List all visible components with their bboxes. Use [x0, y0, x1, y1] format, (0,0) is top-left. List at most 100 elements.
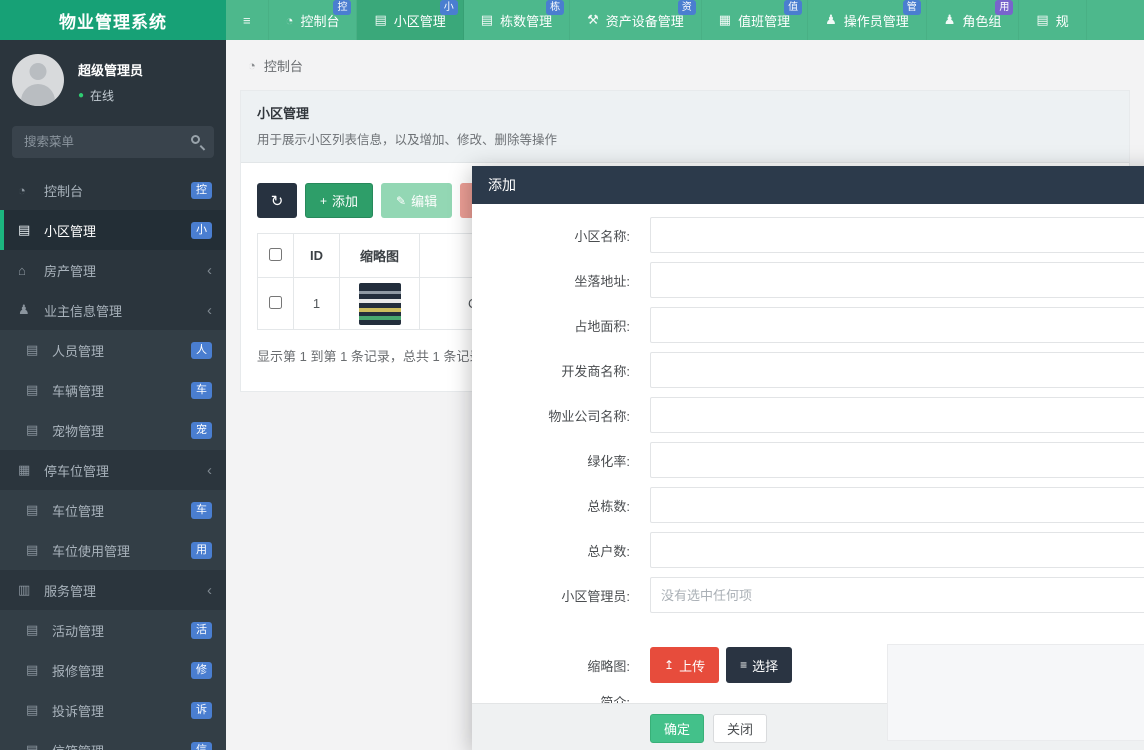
confirm-button[interactable]: 确定	[650, 714, 704, 743]
nav-badge: 值	[784, 0, 802, 15]
nav-tab-dashboard[interactable]: ◔ 控制台 控	[269, 0, 358, 40]
menu-badge: 诉	[191, 702, 212, 719]
list-icon: ▤	[26, 502, 50, 518]
cell-id: 1	[294, 278, 340, 330]
home-icon: ⌂	[18, 263, 42, 278]
list-icon: ▤	[26, 342, 50, 358]
sidebar-item-community[interactable]: ▤ 小区管理 小	[0, 210, 226, 250]
developer-name-input[interactable]	[650, 352, 1144, 388]
table-icon: ▤	[374, 12, 386, 28]
user-status: ● 在线	[78, 87, 143, 104]
list-icon: ▤	[26, 662, 50, 678]
page-title: 小区管理	[257, 103, 1113, 122]
sidebar-item-services[interactable]: ▥ 服务管理 ‹	[0, 570, 226, 610]
user-icon: ♟	[825, 12, 837, 28]
sidebar-item-parking-spaces[interactable]: ▤ 车位管理 车	[0, 490, 226, 530]
sidebar-item-personnel[interactable]: ▤ 人员管理 人	[0, 330, 226, 370]
calendar-icon: ▦	[719, 12, 731, 28]
nav-badge: 小	[440, 0, 458, 15]
chevron-left-icon: ‹	[207, 262, 212, 279]
address-input[interactable]	[650, 262, 1144, 298]
nav-tab-buildings[interactable]: ▤ 栋数管理 栋	[464, 0, 570, 40]
sidebar-item-repairs[interactable]: ▤ 报修管理 修	[0, 650, 226, 690]
column-header-thumbnail: 缩略图	[340, 234, 420, 278]
field-label: 小区管理员:	[472, 586, 630, 605]
total-buildings-input[interactable]	[650, 487, 1144, 523]
choose-button[interactable]: ≡ 选择	[726, 647, 792, 683]
panel-header: 小区管理 用于展示小区列表信息，以及增加、修改、删除等操作	[241, 91, 1129, 163]
service-icon: ▥	[18, 582, 42, 598]
avatar[interactable]	[12, 54, 64, 106]
refresh-button[interactable]: ↻	[257, 183, 297, 218]
menu-badge: 车	[191, 382, 212, 399]
nav-badge: 用	[995, 0, 1013, 15]
sidebar-item-property[interactable]: ⌂ 房产管理 ‹	[0, 250, 226, 290]
add-button[interactable]: + 添加	[305, 183, 373, 218]
field-label: 绿化率:	[472, 451, 630, 470]
search-input[interactable]	[12, 126, 214, 158]
thumbnail-image[interactable]	[359, 283, 401, 325]
sidebar-item-parking-usage[interactable]: ▤ 车位使用管理 用	[0, 530, 226, 570]
nav-tab-duty[interactable]: ▦ 值班管理 值	[702, 0, 808, 40]
nav-tab-community[interactable]: ▤ 小区管理 小	[357, 0, 463, 40]
sidebar-item-complaints[interactable]: ▤ 投诉管理 诉	[0, 690, 226, 730]
community-name-input[interactable]	[650, 217, 1144, 253]
menu-badge: 小	[191, 222, 212, 239]
edit-button[interactable]: ✎ 编辑	[381, 183, 452, 218]
nav-tab-assets[interactable]: ⚒ 资产设备管理 资	[570, 0, 702, 40]
search-icon	[191, 135, 200, 144]
dialog-body: 小区名称: 坐落地址: 占地面积: 开发商名称: 物业公司名称: 绿化率:	[472, 204, 1144, 703]
property-management-app: 物业管理系统 ≡ ◔ 控制台 控 ▤ 小区管理 小 ▤ 栋数管理 栋 ⚒	[0, 0, 1144, 750]
list-icon: ▤	[1036, 12, 1048, 28]
sidebar-item-mailbox[interactable]: ▤ 信箱管理 信	[0, 730, 226, 750]
greening-rate-input[interactable]	[650, 442, 1144, 478]
menu-badge: 用	[191, 542, 212, 559]
upload-button[interactable]: ↥ 上传	[650, 647, 719, 683]
sidebar-item-vehicles[interactable]: ▤ 车辆管理 车	[0, 370, 226, 410]
user-icon: ♟	[18, 302, 42, 318]
upload-preview-area	[887, 644, 1144, 741]
hamburger-icon: ≡	[243, 13, 251, 28]
row-checkbox[interactable]	[269, 296, 282, 309]
chevron-left-icon: ‹	[207, 462, 212, 479]
breadcrumb[interactable]: ◔ 控制台	[226, 40, 1144, 87]
community-manager-input[interactable]	[650, 577, 1144, 613]
field-label: 物业公司名称:	[472, 406, 630, 425]
list-icon: ▤	[26, 382, 50, 398]
table-icon: ▤	[481, 12, 493, 28]
pencil-icon: ✎	[396, 194, 406, 208]
column-header-id: ID	[294, 234, 340, 278]
field-label: 占地面积:	[472, 316, 630, 335]
dashboard-icon: ◔	[286, 13, 294, 28]
nav-badge: 资	[678, 0, 696, 15]
dialog-header[interactable]: 添加	[472, 166, 1144, 204]
chevron-left-icon: ‹	[207, 302, 212, 319]
sidebar-item-pets[interactable]: ▤ 宠物管理 宠	[0, 410, 226, 450]
refresh-icon: ↻	[271, 192, 284, 210]
dialog-title: 添加	[488, 175, 516, 195]
nav-menu-toggle[interactable]: ≡	[226, 0, 269, 40]
sidebar-item-parking[interactable]: ▦ 停车位管理 ‹	[0, 450, 226, 490]
sidebar-item-dashboard[interactable]: ◔ 控制台 控	[0, 170, 226, 210]
sidebar-menu: ◔ 控制台 控 ▤ 小区管理 小 ⌂ 房产管理 ‹ ♟ 业主信息管理 ‹ ▤ 人	[0, 170, 226, 750]
menu-search	[12, 126, 214, 158]
table-icon: ▤	[18, 222, 42, 238]
nav-tab-roles[interactable]: ♟ 角色组 用	[927, 0, 1020, 40]
nav-tab-operators[interactable]: ♟ 操作员管理 管	[808, 0, 927, 40]
user-name: 超级管理员	[78, 60, 143, 79]
list-icon: ▤	[26, 622, 50, 638]
menu-badge: 信	[191, 742, 212, 750]
nav-badge: 管	[903, 0, 921, 15]
field-label: 开发商名称:	[472, 361, 630, 380]
list-icon: ≡	[740, 658, 747, 672]
field-label: 总栋数:	[472, 496, 630, 515]
sidebar-item-owner-info[interactable]: ♟ 业主信息管理 ‹	[0, 290, 226, 330]
list-icon: ▤	[26, 742, 50, 750]
nav-tab-rules[interactable]: ▤ 规	[1019, 0, 1086, 40]
sidebar-item-activities[interactable]: ▤ 活动管理 活	[0, 610, 226, 650]
property-company-input[interactable]	[650, 397, 1144, 433]
close-button[interactable]: 关闭	[713, 714, 767, 743]
total-households-input[interactable]	[650, 532, 1144, 568]
land-area-input[interactable]	[650, 307, 1144, 343]
select-all-checkbox[interactable]	[269, 248, 282, 261]
